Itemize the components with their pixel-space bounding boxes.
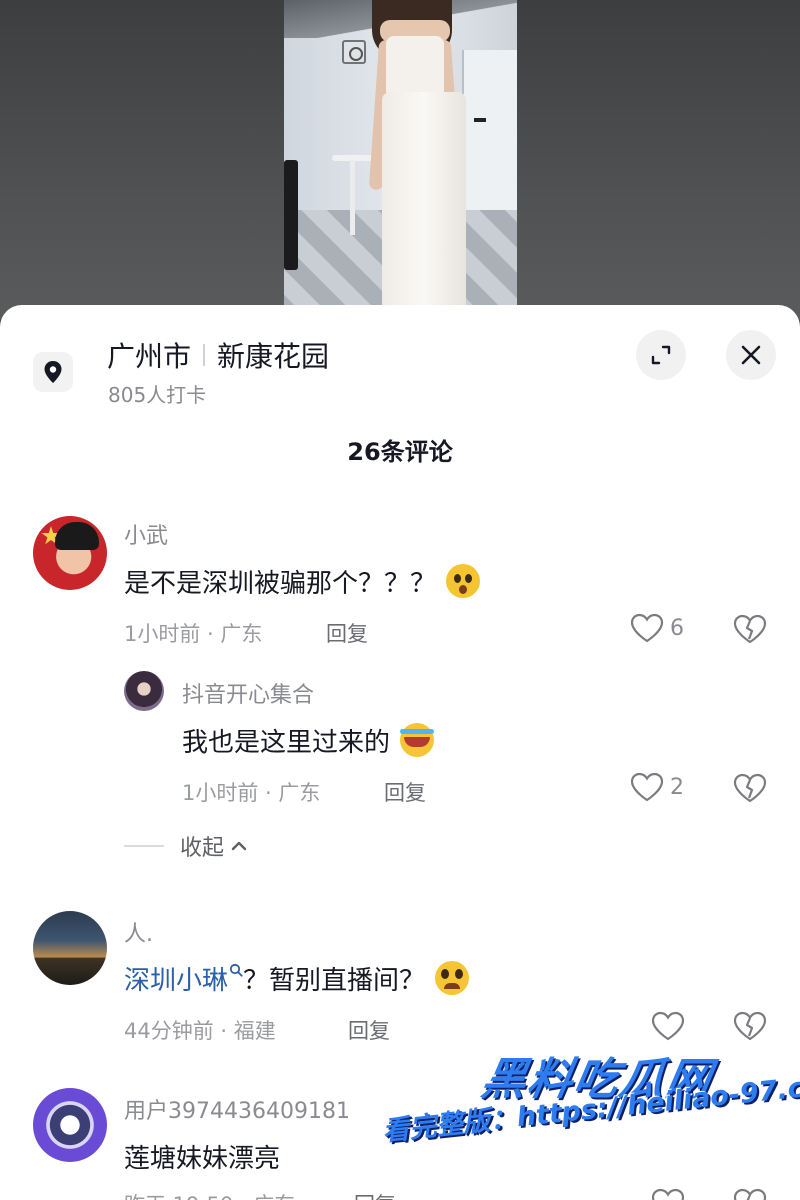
video-person-top bbox=[386, 36, 444, 98]
close-icon bbox=[741, 345, 761, 365]
video-vent-fan bbox=[342, 40, 366, 64]
comment-username[interactable]: 小武 bbox=[124, 518, 168, 550]
comment-text-body: 莲塘妹妹漂亮 bbox=[124, 1144, 281, 1174]
pleading-emoji-icon bbox=[435, 961, 470, 995]
video-door bbox=[462, 50, 517, 220]
like-button[interactable] bbox=[651, 1188, 685, 1200]
comment-meta: 1小时前 · 广东 bbox=[124, 622, 263, 646]
avatar[interactable] bbox=[33, 1088, 107, 1162]
reply-meta: 1小时前 · 广东 bbox=[182, 781, 321, 805]
broken-heart-icon bbox=[733, 1188, 767, 1200]
search-icon bbox=[229, 963, 243, 977]
collapse-label: 收起 bbox=[180, 836, 225, 861]
dislike-button[interactable] bbox=[733, 614, 767, 648]
broken-heart-icon bbox=[733, 1011, 767, 1041]
broken-heart-icon bbox=[733, 614, 767, 644]
location-city[interactable]: 广州市 bbox=[107, 335, 191, 375]
reply-button[interactable]: 回复 bbox=[384, 777, 426, 807]
comment-username[interactable]: 用户3974436409181 bbox=[124, 1093, 350, 1125]
avatar[interactable] bbox=[124, 671, 164, 711]
dislike-button[interactable] bbox=[733, 773, 767, 807]
expand-icon bbox=[651, 345, 671, 365]
video-door-handle bbox=[474, 118, 486, 122]
like-count: 6 bbox=[670, 615, 684, 641]
reply-button[interactable]: 回复 bbox=[354, 1189, 396, 1200]
comment-username[interactable]: 人. bbox=[124, 916, 153, 948]
video-table-leg bbox=[350, 160, 355, 235]
comment-meta: 昨天 19:50 · 广东 bbox=[124, 1189, 295, 1200]
video-chair bbox=[284, 160, 298, 270]
comment-text: 莲塘妹妹漂亮 bbox=[124, 1138, 280, 1175]
comment-text-body: 是不是深圳被骗那个？？？ bbox=[124, 569, 437, 599]
close-button[interactable] bbox=[726, 330, 776, 380]
crying-emoji-icon bbox=[400, 723, 435, 757]
like-count: 2 bbox=[670, 774, 684, 800]
comment-text-body: ？暂别直播间？ bbox=[243, 966, 426, 996]
comment-meta: 44分钟前 · 福建 bbox=[124, 1019, 276, 1043]
reply-button[interactable]: 回复 bbox=[326, 618, 368, 648]
location-pin-icon[interactable] bbox=[33, 352, 73, 392]
like-button[interactable]: 6 bbox=[630, 613, 684, 643]
expand-button[interactable] bbox=[636, 330, 686, 380]
location-title[interactable]: 广州市 新康花园 bbox=[107, 335, 329, 375]
heart-icon bbox=[651, 1188, 685, 1200]
comment-text: 深圳小琳 ？暂别直播间？ bbox=[124, 960, 470, 997]
collapse-divider bbox=[124, 845, 164, 847]
heart-icon bbox=[630, 772, 664, 802]
reply-text-body: 我也是这里过来的 bbox=[182, 728, 391, 758]
reply-button[interactable]: 回复 bbox=[348, 1015, 390, 1045]
location-separator bbox=[203, 344, 206, 366]
video-frame[interactable] bbox=[284, 0, 517, 320]
broken-heart-icon bbox=[733, 773, 767, 803]
reply-username[interactable]: 抖音开心集合 bbox=[182, 677, 314, 709]
collapse-replies-button[interactable]: 收起 bbox=[124, 830, 248, 862]
comments-count-title: 26条评论 bbox=[347, 438, 453, 466]
like-button[interactable] bbox=[651, 1011, 685, 1041]
dislike-button[interactable] bbox=[733, 1188, 767, 1200]
heart-icon bbox=[651, 1011, 685, 1041]
astonished-emoji-icon bbox=[446, 564, 481, 598]
like-button[interactable]: 2 bbox=[630, 772, 684, 802]
comment-text: 是不是深圳被骗那个？？？ bbox=[124, 563, 481, 600]
mention-link[interactable]: 深圳小琳 bbox=[124, 966, 228, 996]
location-place[interactable]: 新康花园 bbox=[217, 335, 329, 375]
reply-text: 我也是这里过来的 bbox=[182, 722, 435, 759]
avatar[interactable] bbox=[33, 516, 107, 590]
location-checkins: 805人打卡 bbox=[108, 383, 207, 407]
heart-icon bbox=[630, 613, 664, 643]
avatar[interactable] bbox=[33, 911, 107, 985]
dislike-button[interactable] bbox=[733, 1011, 767, 1045]
video-person-pants bbox=[382, 92, 466, 320]
chevron-up-icon bbox=[231, 841, 247, 851]
